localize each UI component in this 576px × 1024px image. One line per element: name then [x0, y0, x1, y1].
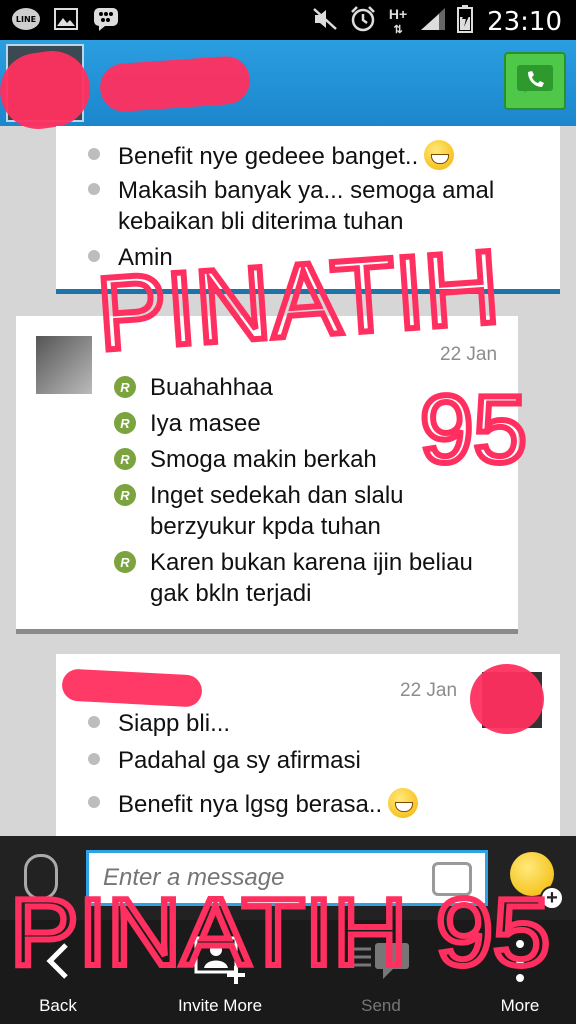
clock: 23:10 — [487, 6, 562, 37]
bullet-icon — [88, 716, 100, 728]
alarm-icon — [349, 5, 377, 38]
bbm-icon — [92, 6, 120, 32]
invite-icon — [190, 936, 250, 986]
ping-icon[interactable] — [432, 862, 472, 896]
read-receipt-icon: R — [114, 412, 136, 434]
message-timestamp: 22 Jan — [440, 344, 498, 365]
list-item: Siapp bli... — [88, 708, 528, 739]
bullet-icon — [88, 753, 100, 765]
message-bubble-incoming: 22 Jan R Buahahhaa R Iya masee R Smoga m… — [16, 316, 518, 634]
read-receipt-icon: R — [114, 484, 136, 506]
phone-icon — [517, 65, 553, 93]
chat-area[interactable]: Benefit nye gedeee banget.. Makasih bany… — [0, 126, 576, 836]
list-item: R Smoga makin berkah — [114, 444, 504, 475]
hplus-icon: H+ ⇅ — [388, 5, 408, 36]
redacted-sender-name — [61, 668, 203, 708]
battery-icon — [457, 5, 474, 38]
read-receipt-icon: R — [114, 376, 136, 398]
list-item: Makasih banyak ya... semoga amal kebaika… — [88, 175, 548, 237]
read-receipt-icon: R — [114, 448, 136, 470]
list-item: R Karen bukan karena ijin beliau gak bkl… — [114, 547, 504, 609]
call-button[interactable] — [504, 52, 566, 110]
more-icon — [515, 936, 525, 986]
bullet-icon — [88, 148, 100, 160]
list-item: Amin — [88, 242, 548, 273]
action-bar: Back Invite More Send More — [0, 920, 576, 1024]
attachment-icon[interactable] — [24, 854, 58, 900]
bullet-icon — [88, 796, 100, 808]
add-emoticon-icon[interactable]: + — [540, 886, 564, 910]
read-receipt-icon: R — [114, 551, 136, 573]
more-button[interactable]: More — [470, 920, 570, 1024]
list-item: Padahal ga sy afirmasi — [88, 745, 528, 776]
message-bubble-outgoing: 22 Jan Siapp bli... Padahal ga sy afirma… — [56, 654, 560, 836]
grin-emoji-icon — [388, 788, 419, 818]
list-item: R Buahahhaa — [114, 372, 504, 403]
status-bar: LINE H+ ⇅ 23:10 — [0, 0, 576, 40]
message-timestamp: 22 Jan — [400, 680, 458, 701]
signal-icon — [419, 6, 447, 37]
send-button[interactable]: Send — [326, 920, 436, 1024]
redacted-contact-name — [98, 54, 252, 114]
gallery-icon — [52, 6, 80, 32]
list-item: R Inget sedekah dan slalu berzyukur kpda… — [114, 480, 504, 542]
chat-header — [0, 40, 576, 134]
mute-icon — [311, 6, 339, 37]
compose-bar: + — [0, 836, 576, 920]
list-item: R Iya masee — [114, 408, 504, 439]
message-input[interactable] — [86, 850, 488, 906]
grin-emoji-icon — [424, 140, 455, 170]
bullet-icon — [88, 183, 100, 195]
line-icon: LINE — [12, 6, 40, 32]
back-icon — [44, 936, 72, 986]
message-bubble-outgoing: Benefit nye gedeee banget.. Makasih bany… — [56, 126, 560, 294]
bullet-icon — [88, 250, 100, 262]
back-button[interactable]: Back — [0, 920, 116, 1024]
sender-avatar[interactable] — [36, 336, 92, 394]
send-icon — [349, 936, 413, 986]
invite-more-button[interactable]: Invite More — [160, 920, 280, 1024]
list-item: Benefit nya lgsg berasa.. — [88, 788, 528, 820]
list-item: Benefit nye gedeee banget.. — [88, 140, 548, 172]
